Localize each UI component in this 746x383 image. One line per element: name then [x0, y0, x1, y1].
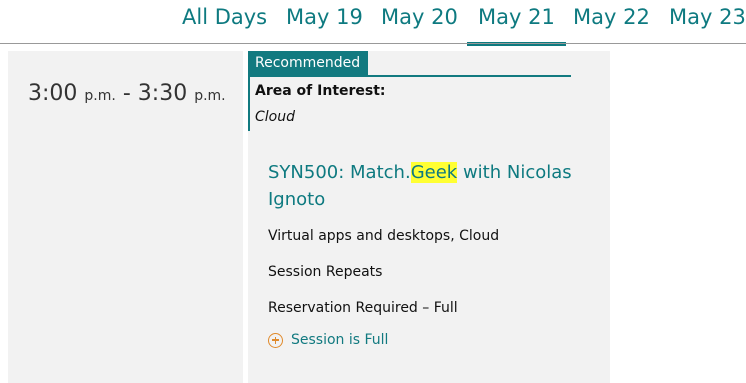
title-prefix: SYN500: Match.	[268, 162, 411, 183]
date-tabs: All Days May 19 May 20 May 21 May 22 May…	[0, 0, 746, 46]
start-time: 3:00	[28, 81, 78, 106]
time-separator: -	[122, 81, 131, 106]
tabs-divider	[0, 43, 746, 44]
reservation-status: Reservation Required – Full	[268, 300, 458, 316]
session-tracks: Virtual apps and desktops, Cloud	[268, 228, 500, 244]
tab-may-21[interactable]: May 21	[467, 5, 566, 46]
tab-may-19[interactable]: May 19	[286, 5, 363, 29]
area-of-interest-label: Area of Interest:	[255, 83, 386, 99]
end-suffix: p.m.	[194, 88, 226, 104]
recommended-rule	[368, 75, 571, 77]
timeslot-label: 3:00 p.m. - 3:30 p.m.	[28, 81, 226, 106]
area-of-interest-value: Cloud	[255, 109, 295, 125]
tab-may-23[interactable]: May 23	[669, 5, 746, 29]
recommended-border	[248, 77, 250, 131]
tab-all-days[interactable]: All Days	[182, 5, 267, 29]
session-full-label: Session is Full	[291, 332, 389, 348]
session-full-button[interactable]: Session is Full	[268, 332, 388, 348]
timeslot-column: 3:00 p.m. - 3:30 p.m.	[8, 51, 243, 383]
recommended-badge: Recommended	[248, 51, 368, 77]
session-repeats: Session Repeats	[268, 264, 383, 280]
plus-circle-icon	[268, 332, 283, 348]
start-suffix: p.m.	[84, 88, 116, 104]
session-card: Recommended Area of Interest: Cloud SYN5…	[248, 51, 610, 383]
end-time: 3:30	[137, 81, 188, 106]
session-title-link[interactable]: SYN500: Match.Geek with Nicolas Ignoto	[268, 159, 588, 213]
tab-may-20[interactable]: May 20	[381, 5, 458, 29]
tab-may-22[interactable]: May 22	[573, 5, 650, 29]
search-highlight: Geek	[410, 162, 458, 183]
